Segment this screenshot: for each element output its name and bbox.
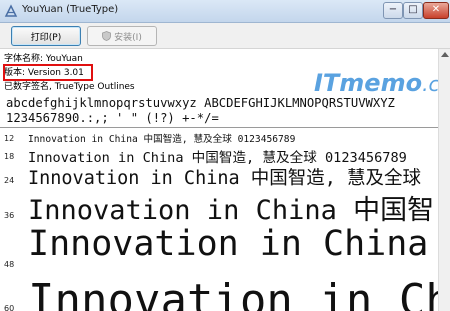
close-button[interactable]: ✕ — [423, 2, 449, 19]
scroll-up-arrow-icon[interactable] — [441, 52, 449, 57]
window-title: YouYuan (TrueType) — [22, 4, 119, 15]
print-button[interactable]: 打印(P) — [11, 26, 81, 46]
font-name-text: 字体名称: YouYuan — [4, 54, 83, 64]
alphabet-line: abcdefghijklmnopqrstuvwxyz ABCDEFGHIJKLM… — [6, 96, 395, 110]
install-label: 安装(I) — [114, 32, 142, 43]
sample-text: Innovation in Ch — [28, 275, 438, 311]
watermark-suffix: .cn — [422, 72, 438, 96]
watermark-main: ITmemo — [314, 69, 423, 97]
watermark: ITmemo.cn — [314, 69, 438, 97]
size-label: 18 — [4, 152, 15, 161]
sample-text: Innovation in China 中国智造, 慧及全球 012345678… — [28, 134, 296, 145]
size-label: 60 — [4, 304, 15, 311]
font-preview-area: 字体名称: YouYuan 版本: Version 3.01 已数字签名, Tr… — [0, 49, 438, 311]
toolbar: 打印(P) 安装(I) — [0, 23, 450, 49]
digits-line: 1234567890.:,; ' " (!?) +-*/= — [6, 111, 219, 125]
size-label: 24 — [4, 176, 15, 185]
size-label: 12 — [4, 134, 15, 143]
maximize-button[interactable]: □ — [403, 2, 423, 19]
sample-text: Innovation in China 中国智造, 慧及全球 012345678… — [28, 150, 407, 166]
shield-icon — [102, 31, 112, 41]
size-label: 36 — [4, 211, 15, 220]
minimize-button[interactable]: − — [383, 2, 403, 19]
title-bar: YouYuan (TrueType) − □ ✕ — [0, 0, 450, 23]
sample-text: Innovation in China — [28, 224, 429, 264]
install-button[interactable]: 安装(I) — [87, 26, 157, 46]
sample-text: Innovation in China 中国智造, 慧及全球 — [28, 168, 422, 189]
sample-text: Innovation in China 中国智 — [28, 195, 435, 226]
divider — [0, 127, 438, 128]
size-label: 48 — [4, 260, 15, 269]
print-label: 打印(P) — [30, 32, 62, 43]
font-viewer-icon — [4, 4, 18, 17]
vertical-scrollbar[interactable] — [438, 49, 450, 311]
signature-text: 已数字签名, TrueType Outlines — [4, 82, 135, 92]
